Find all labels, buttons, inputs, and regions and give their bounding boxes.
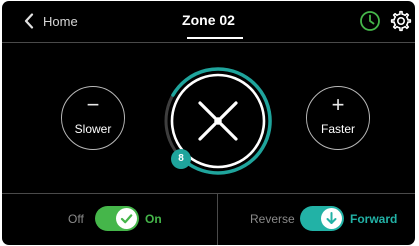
speed-level-badge: 8 <box>171 149 191 169</box>
faster-button[interactable]: + Faster <box>306 86 370 150</box>
slower-button[interactable]: − Slower <box>61 86 125 150</box>
power-toggle-knob <box>116 208 137 229</box>
forward-label: Forward <box>350 212 398 226</box>
header-divider <box>2 42 415 43</box>
reverse-label: Reverse <box>250 212 295 226</box>
back-button[interactable]: Home <box>24 10 78 32</box>
title-underline <box>187 37 243 39</box>
gear-icon <box>390 10 412 32</box>
back-label: Home <box>43 13 78 29</box>
schedule-button[interactable] <box>359 10 381 32</box>
app-screen: Home Zone 02 − Slower 8 + Faster Off On … <box>2 1 415 245</box>
chevron-left-icon <box>24 13 34 29</box>
power-off-label: Off <box>68 212 84 226</box>
plus-icon: + <box>331 92 345 117</box>
top-bar: Home Zone 02 <box>2 1 415 42</box>
power-on-label: On <box>145 212 162 226</box>
check-icon <box>120 214 133 224</box>
faster-label: Faster <box>320 122 355 136</box>
settings-button[interactable] <box>390 10 412 32</box>
footer-divider <box>2 193 415 194</box>
power-toggle[interactable] <box>95 206 139 231</box>
minus-icon: − <box>86 92 100 117</box>
clock-icon <box>360 11 380 31</box>
direction-toggle-knob <box>321 208 342 229</box>
footer-separator <box>217 194 218 245</box>
arrow-down-icon <box>326 212 337 224</box>
slower-label: Slower <box>74 122 112 136</box>
direction-toggle[interactable] <box>300 206 344 231</box>
